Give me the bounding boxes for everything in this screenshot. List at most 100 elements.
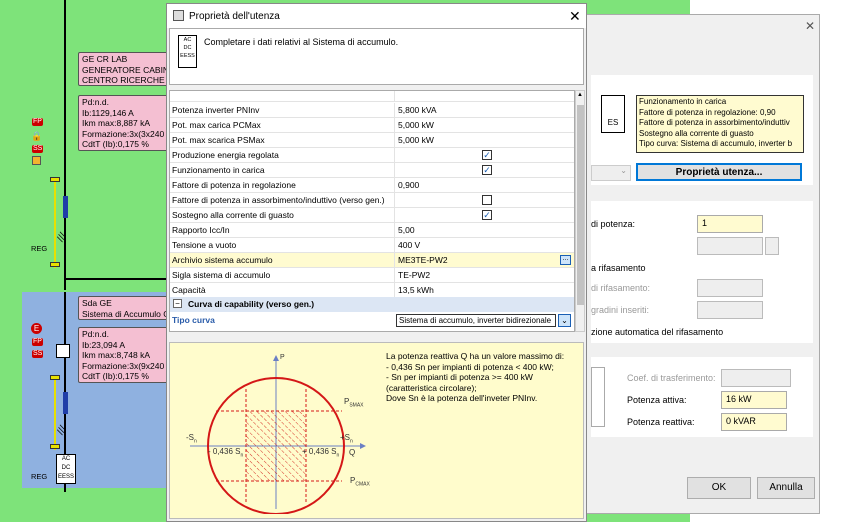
property-row[interactable]: Potenza inverter PNInv 5,800 kVA [170,103,574,118]
reg-label-2: REG [31,472,48,481]
property-row[interactable]: Capacità 13,5 kWh [170,283,574,298]
capability-info-panel: P Q PSMAX PCMAX -Sn +Sn - 0,436 Sn + 0,4… [169,342,584,519]
pos-q: + 0,436 S [302,447,337,456]
neg-q-label: - 0,436 Sn [208,447,243,459]
attiva-input[interactable]: 16 kW [721,391,787,409]
gradini-input[interactable] [697,301,763,319]
yellow-line-2 [54,375,56,450]
property-row[interactable]: Pot. max carica PCMax 5,000 kW [170,118,574,133]
pcmax-label: PCMAX [350,476,370,488]
scroll-thumb[interactable] [577,105,584,305]
ok-button[interactable]: OK [687,477,751,499]
property-grid: Potenza inverter PNInv 5,800 kVA Pot. max … [169,90,575,332]
scroll-up-icon[interactable]: ▲ [577,92,583,98]
tipo-curva-select[interactable]: Sistema di accumulo, inverter bidirezion… [396,314,556,327]
property-checkbox[interactable] [482,195,492,205]
ess-line: EESS [57,474,74,480]
proprieta-utenza-button[interactable]: Proprietà utenza... [636,163,802,181]
box-line: Sda GE [82,298,112,308]
summary-line: Tipo curva: Sistema di accumulo, inverte… [639,139,793,148]
es-label: ES [607,118,619,127]
property-value[interactable]: 400 V [398,240,420,250]
section-label: Curva di capability (verso gen.) [188,299,315,309]
property-value[interactable]: 5,000 kW [398,120,434,130]
transfer-graphic [591,367,605,427]
feeder-info-box[interactable]: Pd:n.d. Ib:1129,146 A Ikm max:8,887 kA F… [78,95,168,151]
close-icon[interactable]: ✕ [569,8,581,25]
property-row[interactable]: Tensione a vuoto 400 V [170,238,574,253]
property-label: Pot. max scarica PSMax [172,135,265,145]
property-label: Pot. max carica PCMax [172,120,261,130]
capability-info-text: La potenza reattiva Q ha un valore massi… [386,351,565,403]
box-line: CdtT (Ib):0,175 % [82,371,149,381]
busbar-line [64,0,66,50]
property-value[interactable]: 13,5 kWh [398,285,434,295]
property-value[interactable]: 5,000 kW [398,135,434,145]
chevron-down-icon[interactable]: ⌄ [558,314,571,327]
property-row[interactable]: Fattore di potenza in regolazione 0,900 [170,178,574,193]
attiva-label: Potenza attiva: [627,395,687,405]
sub-n: n [336,452,340,459]
pos-q-label: + 0,436 Sn [302,447,339,459]
property-label: Fattore di potenza in assorbimento/indut… [172,195,385,205]
property-row[interactable]: Rapporto Icc/In 5,00 [170,223,574,238]
column-separator [394,103,395,118]
section-header[interactable]: − Curva di capability (verso gen.) [170,297,574,312]
browse-archive-button[interactable]: ... [560,255,571,265]
generator-box[interactable]: GE CR LAB GENERATORE CABINA CENTRO RICER… [78,52,168,86]
property-checkbox[interactable]: ✓ [482,210,492,220]
utenza-dialog: ✕ ES Funzionamento in carica Fattore di … [582,14,820,514]
collapse-icon[interactable]: − [173,299,182,308]
dialog-title: Proprietà dell'utenza [189,11,280,22]
feeder-line [64,50,66,290]
storage-info-box[interactable]: Pd:n.d. Ib:23,094 A Ikm max:8,748 kA For… [78,327,168,383]
box-line: CENTRO RICERCHE [82,75,165,85]
property-checkbox[interactable]: ✓ [482,150,492,160]
reattiva-input[interactable]: 0 kVAR [721,413,787,431]
coef-input[interactable] [721,369,791,387]
annulla-button[interactable]: Annulla [757,477,815,499]
coef-label: Coef. di trasferimento: [627,373,716,383]
column-separator [394,163,395,178]
rifasamento-input[interactable] [697,279,763,297]
disabled-input[interactable] [697,237,763,255]
potenza-input[interactable]: 1 [697,215,763,233]
scrollbar[interactable]: ▲ [575,90,585,332]
storage-box[interactable]: Sda GE Sistema di Accumulo G [78,296,168,320]
marker [50,262,60,267]
property-row[interactable]: Fattore di potenza in assorbimento/indut… [170,193,574,208]
property-value[interactable]: TE-PW2 [398,270,430,280]
property-value[interactable]: ME3TE-PW2 [398,255,448,265]
q-label: Q [349,448,356,457]
property-row[interactable]: Sigla sistema di accumulo TE-PW2 [170,268,574,283]
switch-symbol [56,344,70,358]
neg-sn: -S [186,433,194,442]
property-value[interactable]: 5,800 kVA [398,105,437,115]
property-row[interactable]: Funzionamento in carica ✓ [170,163,574,178]
property-row[interactable]: Pot. max scarica PSMax 5,000 kW [170,133,574,148]
psmax-sub: SMAX [349,402,364,409]
lock-icon: 🔒 [31,131,43,141]
summary-line: Funzionamento in carica [639,97,727,106]
box-line: Ikm max:8,748 kA [82,350,151,360]
column-separator [394,238,395,253]
ess-symbol[interactable]: AC DC EESS [56,454,76,484]
pos-sn-label: +Sn [340,433,353,445]
p-arrow [273,355,279,361]
property-row[interactable]: Produzione energia regolata ✓ [170,148,574,163]
property-row[interactable]: Archivio sistema accumulo ME3TE-PW2... [170,253,574,268]
box-line: GE CR LAB [82,54,128,64]
tipo-curva-row[interactable]: Tipo curva Sistema di accumulo, inverter… [170,313,574,328]
property-checkbox[interactable]: ✓ [482,165,492,175]
property-value[interactable]: 0,900 [398,180,419,190]
property-value[interactable]: 5,00 [398,225,415,235]
browse-button[interactable] [765,237,779,255]
chevron-down-icon[interactable]: ⌄ [591,165,631,181]
rifasamento-value-label: di rifasamento: [591,283,651,293]
close-icon[interactable]: ✕ [805,19,815,33]
neg-q: - 0,436 S [208,447,241,456]
property-row[interactable]: Sostegno alla corrente di guasto ✓ [170,208,574,223]
property-label: Capacità [172,285,206,295]
pos-sn: +S [340,433,351,442]
box-line: Ib:23,094 A [82,339,126,350]
